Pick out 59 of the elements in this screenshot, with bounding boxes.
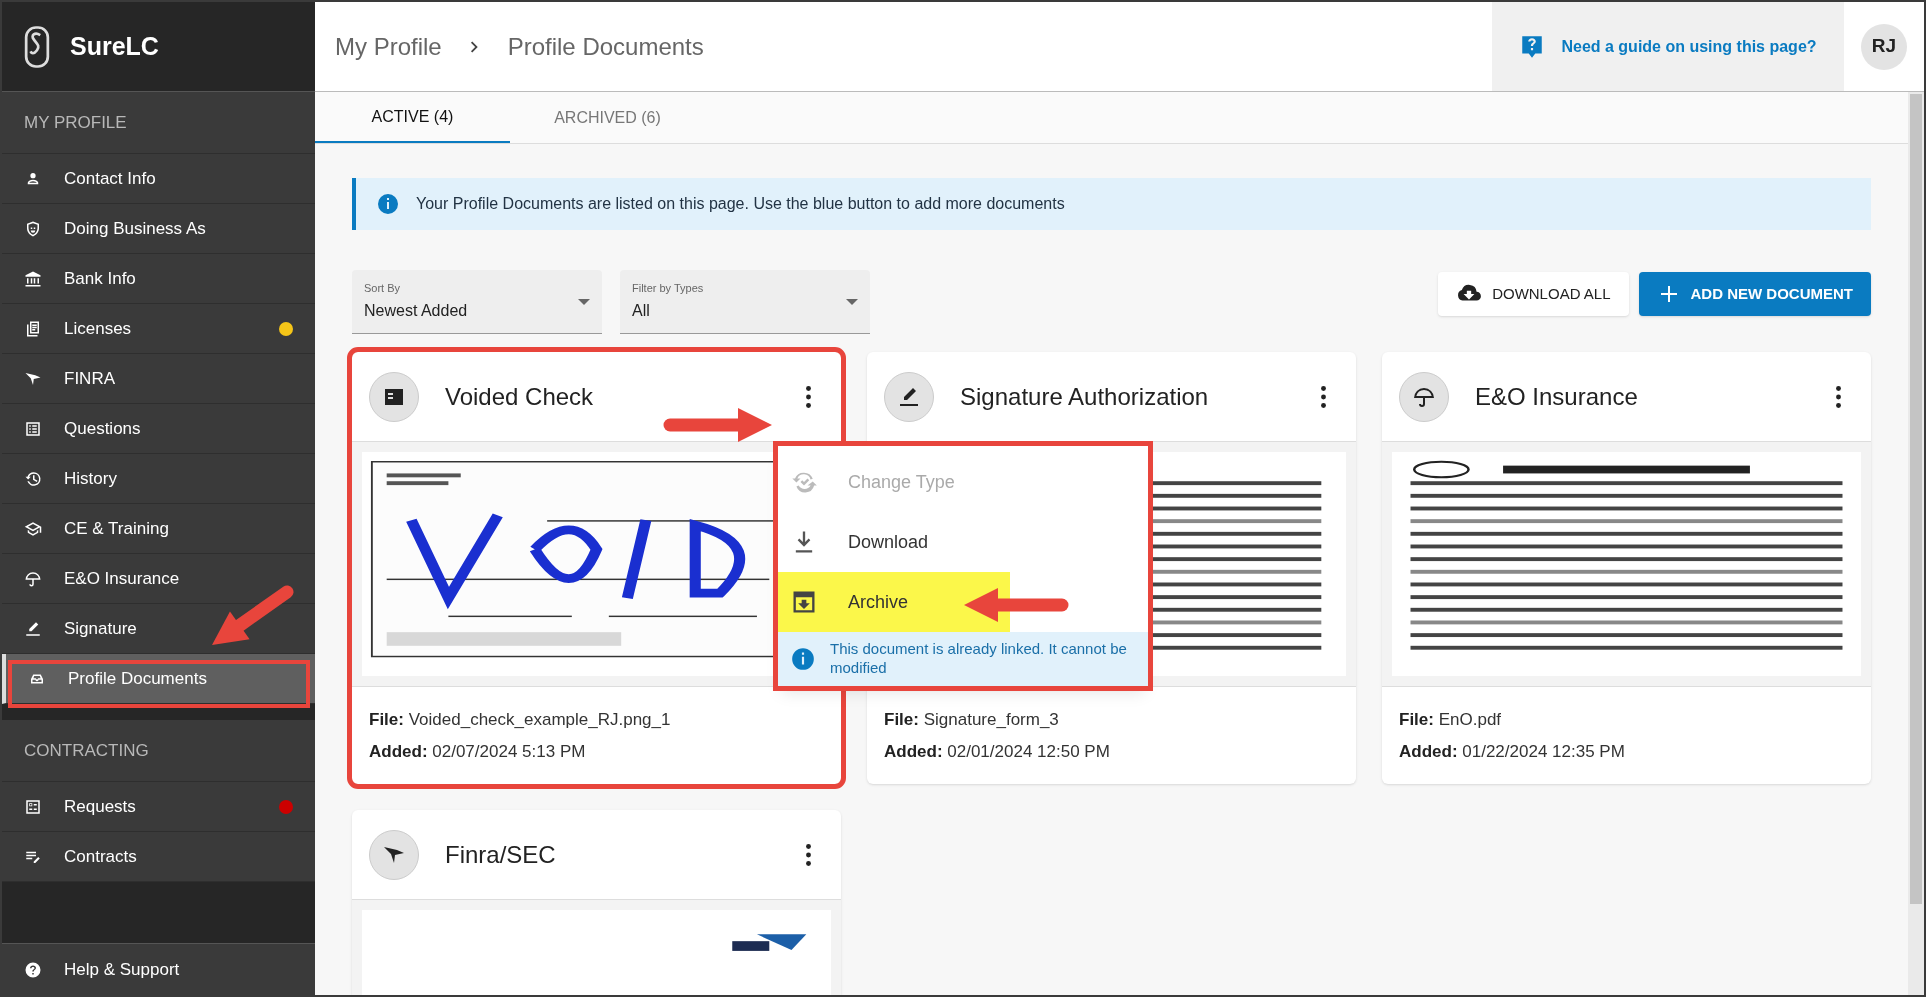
user-avatar[interactable]: RJ <box>1861 23 1907 70</box>
added-date: Added: 02/01/2024 12:50 PM <box>884 740 1111 763</box>
document-stack-icon <box>24 319 42 338</box>
form-icon <box>24 797 42 816</box>
info-icon <box>790 645 816 672</box>
card-title: Signature Authorization <box>960 381 1210 412</box>
sidebar-item[interactable]: Contracts <box>2 832 315 882</box>
caret-icon <box>846 298 858 305</box>
list-icon <box>24 419 42 438</box>
breadcrumb-item[interactable]: My Profile <box>335 28 442 65</box>
card-title: Finra/SEC <box>445 839 557 870</box>
section-heading: CONTRACTING <box>24 739 149 762</box>
sidebar-item[interactable]: Contact Info <box>2 154 315 204</box>
help-link[interactable]: Help & Support <box>2 943 315 995</box>
sidebar-item[interactable]: CE & Training <box>2 504 315 554</box>
tab[interactable]: ACTIVE (4) <box>315 92 510 143</box>
sidebar-item[interactable]: Profile Documents <box>2 654 315 704</box>
card-title: Voided Check <box>445 381 595 412</box>
kebab-icon <box>1320 385 1326 408</box>
help-icon <box>24 960 42 979</box>
sidebar-item[interactable]: Requests <box>2 782 315 832</box>
note-text: This document is already linked. It cannot be modified <box>830 640 1128 678</box>
kebab-icon <box>1835 385 1841 408</box>
bank-icon <box>24 269 42 288</box>
select-field[interactable]: Sort By Newest Added <box>352 270 602 334</box>
umbrella-icon <box>24 569 42 588</box>
scrollbar[interactable] <box>1908 92 1924 995</box>
tab[interactable]: ARCHIVED (6) <box>510 92 705 143</box>
file-name: File: EnO.pdf <box>1399 709 1503 731</box>
menu-item[interactable]: Archive <box>778 572 1010 632</box>
card-title: E&O Insurance <box>1475 381 1639 412</box>
sidebar-item[interactable]: Licenses <box>2 304 315 354</box>
sidebar-item[interactable]: History <box>2 454 315 504</box>
breadcrumb-item: Profile Documents <box>507 31 704 62</box>
kebab-icon <box>805 843 811 866</box>
sidebar-item[interactable]: Doing Business As <box>2 204 315 254</box>
sidebar-item[interactable]: FINRA <box>2 354 315 404</box>
added-date: Added: 02/07/2024 5:13 PM <box>369 740 587 763</box>
add-document-button[interactable]: ADD NEW DOCUMENT <box>1638 272 1871 316</box>
sidebar-item[interactable]: Questions <box>2 404 315 454</box>
caret-icon <box>578 298 590 305</box>
file-name: File: Voided_check_example_RJ.png_1 <box>369 709 672 731</box>
info-icon <box>376 192 400 216</box>
kebab-icon <box>805 385 811 408</box>
history-icon <box>24 469 42 488</box>
shield-icon <box>24 219 42 238</box>
app-name: SureLC <box>70 30 159 62</box>
added-date: Added: 01/22/2024 12:35 PM <box>1399 740 1626 763</box>
section-heading: MY PROFILE <box>24 111 127 134</box>
sidebar-item[interactable]: E&O Insurance <box>2 554 315 604</box>
info-text: Your Profile Documents are listed on this page. Use the blue button to add more documents <box>416 194 1065 214</box>
menu-item[interactable]: Download <box>778 512 1010 572</box>
sidebar-item[interactable]: Signature <box>2 604 315 654</box>
guide-link[interactable]: Need a guide on using this page? <box>1561 34 1817 59</box>
logo-icon <box>24 24 50 69</box>
file-name: File: Signature_form_3 <box>884 709 1060 731</box>
select-field[interactable]: Filter by Types All <box>620 270 870 334</box>
download-all-button[interactable]: DOWNLOAD ALL <box>1438 272 1629 316</box>
sidebar-item[interactable]: Bank Info <box>2 254 315 304</box>
